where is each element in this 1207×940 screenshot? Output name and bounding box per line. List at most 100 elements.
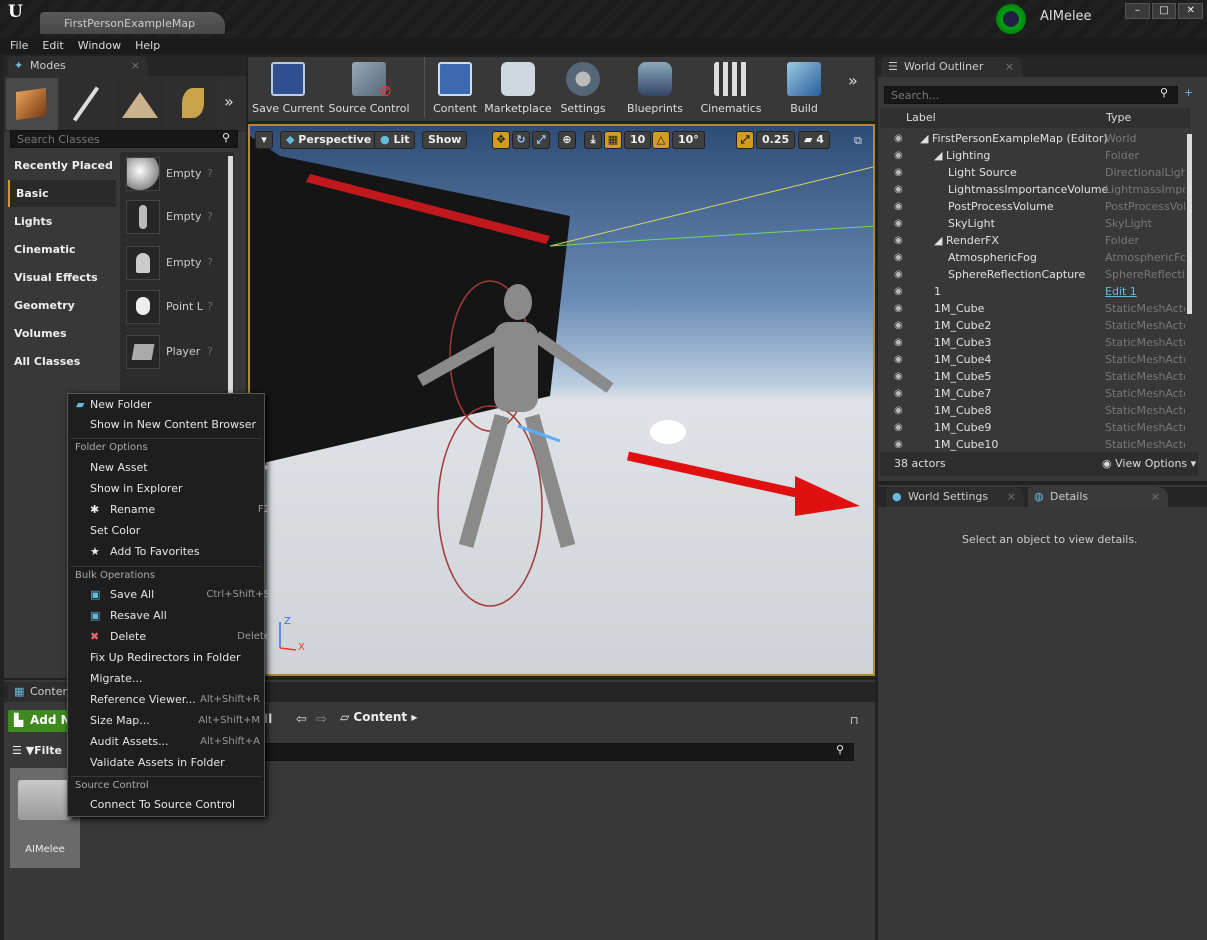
category-all-classes[interactable]: All Classes <box>8 348 116 375</box>
visibility-eye-icon[interactable]: ◉ <box>894 385 903 402</box>
outliner-row[interactable]: ◉ 1 Edit 1 <box>880 283 1190 300</box>
class-item-empty-character[interactable]: Empty ? <box>124 200 224 236</box>
add-folder-icon[interactable]: + <box>1184 86 1193 99</box>
outliner-row[interactable]: ◉ 1M_Cube10 StaticMeshActor <box>880 436 1190 453</box>
grid-snap-icon[interactable]: ▦ <box>604 131 622 149</box>
menu-fix-redirectors[interactable]: Fix Up Redirectors in Folder <box>90 647 270 668</box>
content-button[interactable]: Content <box>430 59 480 117</box>
more-modes-icon[interactable]: » <box>224 92 234 111</box>
category-volumes[interactable]: Volumes <box>8 320 116 347</box>
camera-speed-button[interactable]: ▰ 4 <box>798 131 830 149</box>
close-button[interactable]: ✕ <box>1178 3 1204 19</box>
outliner-row[interactable]: ◉ 1M_Cube3 StaticMeshActor <box>880 334 1190 351</box>
outliner-row[interactable]: ◉ AtmosphericFog AtmosphericFog <box>880 249 1190 266</box>
class-item-empty-actor[interactable]: Empty ? <box>124 157 224 193</box>
visibility-eye-icon[interactable]: ◉ <box>894 351 903 368</box>
asset-search-input[interactable] <box>264 743 854 761</box>
forward-icon[interactable]: ⇨ <box>316 712 327 727</box>
world-space-icon[interactable]: ⊕ <box>558 131 576 149</box>
outliner-row[interactable]: ◉ 1M_Cube StaticMeshActor <box>880 300 1190 317</box>
back-icon[interactable]: ⇦ <box>296 712 307 727</box>
outliner-row[interactable]: ◉ 1M_Cube9 StaticMeshActor <box>880 419 1190 436</box>
outliner-row-type[interactable]: Edit 1 <box>1105 283 1185 300</box>
surface-snap-icon[interactable]: ⤓ <box>584 131 602 149</box>
grid-snap-value[interactable]: 10 <box>624 131 652 149</box>
menu-resave-all[interactable]: ▣ Resave All <box>90 605 270 626</box>
maximize-button[interactable]: □ <box>1151 3 1177 19</box>
visibility-eye-icon[interactable]: ◉ <box>894 266 903 283</box>
category-basic[interactable]: Basic <box>8 180 116 207</box>
menu-migrate[interactable]: Migrate... <box>90 668 270 689</box>
view-options-button[interactable]: ◉ View Options ▾ <box>1102 457 1196 470</box>
menu-save-all[interactable]: ▣ Save All Ctrl+Shift+S <box>90 584 270 605</box>
visibility-eye-icon[interactable]: ◉ <box>894 147 903 164</box>
category-cinematic[interactable]: Cinematic <box>8 236 116 263</box>
save-current-button[interactable]: Save Current <box>252 59 324 117</box>
show-button[interactable]: Show <box>422 131 468 149</box>
visibility-eye-icon[interactable]: ◉ <box>894 164 903 181</box>
foliage-mode-button[interactable] <box>168 78 220 130</box>
close-icon[interactable]: × <box>131 56 140 76</box>
visibility-eye-icon[interactable]: ◉ <box>894 368 903 385</box>
visibility-eye-icon[interactable]: ◉ <box>894 181 903 198</box>
outliner-row[interactable]: ◉ 1M_Cube4 StaticMeshActor <box>880 351 1190 368</box>
visibility-eye-icon[interactable]: ◉ <box>894 283 903 300</box>
menu-window[interactable]: Window <box>78 38 121 54</box>
menu-set-color[interactable]: Set Color <box>90 520 270 541</box>
menu-show-new-browser[interactable]: Show in New Content Browser <box>90 414 270 435</box>
outliner-row[interactable]: ◉ SphereReflectionCapture SphereReflection… <box>880 266 1190 283</box>
menu-rename[interactable]: ✱ Rename F2 <box>90 499 270 520</box>
lit-button[interactable]: ● Lit <box>374 131 416 149</box>
paint-mode-button[interactable] <box>60 78 112 130</box>
outliner-row[interactable]: ◉ ◢ FirstPersonExampleMap (Editor) World <box>880 130 1190 147</box>
translate-tool-icon[interactable]: ✥ <box>492 131 510 149</box>
rotation-snap-value[interactable]: 10° <box>672 131 705 149</box>
outliner-row[interactable]: ◉ PostProcessVolume PostProcessVolume <box>880 198 1190 215</box>
help-icon[interactable]: ? <box>207 167 213 180</box>
tab-world-outliner[interactable]: ☰ World Outliner × <box>882 57 1022 77</box>
class-item-empty-pawn[interactable]: Empty ? <box>124 246 224 282</box>
visibility-eye-icon[interactable]: ◉ <box>894 419 903 436</box>
visibility-eye-icon[interactable]: ◉ <box>894 130 903 147</box>
scale-tool-icon[interactable]: ⤢ <box>532 131 550 149</box>
category-visual-effects[interactable]: Visual Effects <box>8 264 116 291</box>
settings-button[interactable]: Settings <box>556 59 610 117</box>
viewport-options-button[interactable]: ▾ <box>255 131 273 149</box>
category-geometry[interactable]: Geometry <box>8 292 116 319</box>
class-list-scrollbar[interactable] <box>228 156 233 396</box>
help-icon[interactable]: ? <box>207 210 213 223</box>
menu-help[interactable]: Help <box>135 38 160 54</box>
close-icon[interactable]: × <box>1007 487 1016 507</box>
category-lights[interactable]: Lights <box>8 208 116 235</box>
cinematics-button[interactable]: Cinematics <box>698 59 764 117</box>
visibility-eye-icon[interactable]: ◉ <box>894 249 903 266</box>
marketplace-button[interactable]: Marketplace <box>484 59 552 117</box>
lock-icon[interactable]: ⊓ <box>850 714 859 727</box>
menu-delete[interactable]: ✖ Delete Delete <box>90 626 270 647</box>
column-type[interactable]: Type <box>1106 111 1131 124</box>
maximize-viewport-icon[interactable]: ⧉ <box>854 134 862 148</box>
outliner-row[interactable]: ◉ ◢ Lighting Folder <box>880 147 1190 164</box>
perspective-button[interactable]: ◆ Perspective <box>280 131 378 149</box>
blueprints-button[interactable]: Blueprints <box>622 59 688 117</box>
minimize-button[interactable]: – <box>1125 3 1150 19</box>
visibility-eye-icon[interactable]: ◉ <box>894 436 903 453</box>
class-item-player-start[interactable]: Player ? <box>124 335 224 371</box>
menu-validate-assets[interactable]: Validate Assets in Folder <box>90 752 270 773</box>
landscape-mode-button[interactable] <box>114 78 166 130</box>
outliner-row[interactable]: ◉ 1M_Cube5 StaticMeshActor <box>880 368 1190 385</box>
help-icon[interactable]: ? <box>207 345 213 358</box>
category-recently-placed[interactable]: Recently Placed <box>8 152 116 179</box>
help-icon[interactable]: ? <box>207 256 213 269</box>
toolbar-more-icon[interactable]: » <box>848 71 858 90</box>
rotate-tool-icon[interactable]: ↻ <box>512 131 530 149</box>
visibility-eye-icon[interactable]: ◉ <box>894 300 903 317</box>
path-breadcrumb[interactable]: ▱ Content ▸ <box>340 710 417 724</box>
import-button[interactable]: ll <box>264 712 272 726</box>
outliner-row[interactable]: ◉ ◢ RenderFX Folder <box>880 232 1190 249</box>
close-icon[interactable]: × <box>1005 57 1014 77</box>
tab-details[interactable]: ◍ Details × <box>1028 487 1168 507</box>
menu-reference-viewer[interactable]: Reference Viewer... Alt+Shift+R <box>90 689 260 710</box>
help-icon[interactable]: ? <box>207 300 213 313</box>
visibility-eye-icon[interactable]: ◉ <box>894 334 903 351</box>
